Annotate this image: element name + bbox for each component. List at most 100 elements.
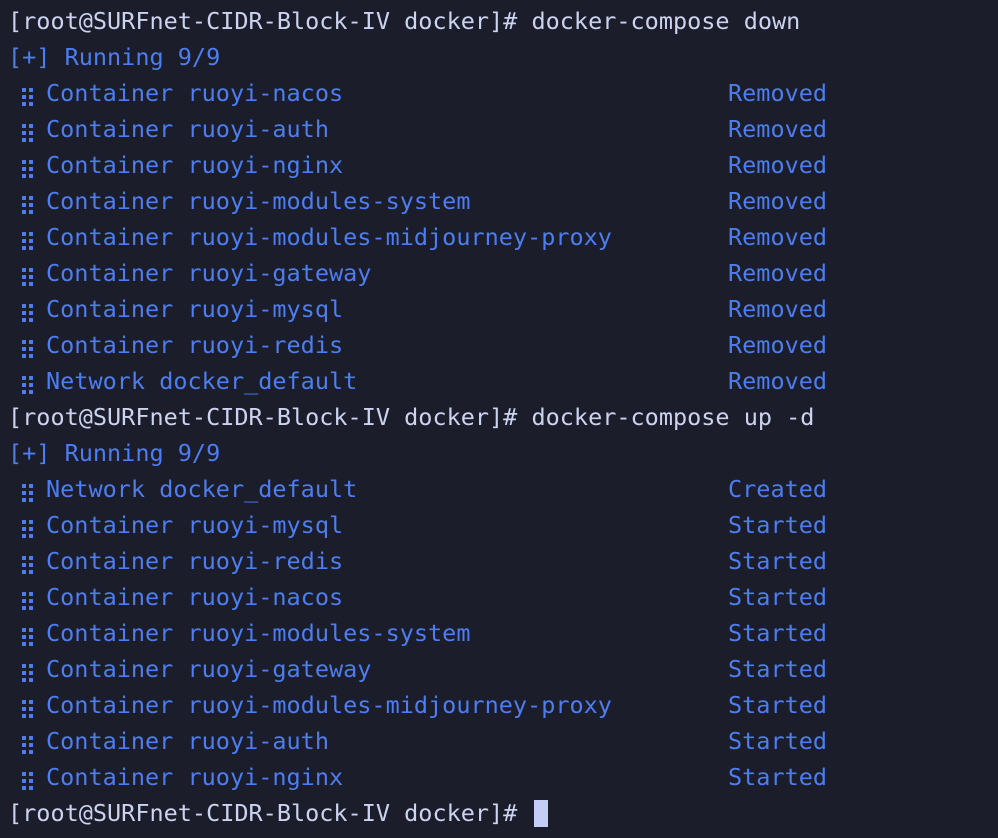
resource-spacer bbox=[145, 475, 159, 503]
resource-spacer bbox=[173, 331, 187, 359]
resource-name: ruoyi-redis bbox=[187, 547, 344, 575]
text-cursor bbox=[534, 800, 549, 827]
shell-prompt: [root@SURFnet-CIDR-Block-IV docker]# bbox=[8, 7, 532, 35]
shell-command: docker-compose down bbox=[531, 7, 801, 35]
terminal-prompt-line: [root@SURFnet-CIDR-Block-IV docker]# bbox=[8, 795, 998, 831]
drag-handle-dots-icon bbox=[22, 519, 36, 538]
resource-kind: Container bbox=[46, 655, 174, 683]
compose-resource-row: Container ruoyi-modules-midjourney-proxy… bbox=[8, 219, 998, 255]
resource-kind: Container bbox=[46, 259, 174, 287]
compose-resource-row: Container ruoyi-modules-midjourney-proxy… bbox=[8, 687, 998, 723]
terminal-prompt-line: [root@SURFnet-CIDR-Block-IV docker]# doc… bbox=[8, 399, 998, 435]
compose-running-header: [+] Running 9/9 bbox=[8, 39, 998, 75]
resource-kind: Container bbox=[46, 115, 174, 143]
resource-kind: Container bbox=[46, 619, 174, 647]
resource-kind: Container bbox=[46, 763, 174, 791]
compose-resource-row: Container ruoyi-nginx Started bbox=[8, 759, 998, 795]
resource-status: Started bbox=[728, 511, 828, 539]
drag-handle-dots-icon bbox=[22, 627, 36, 646]
terminal-window[interactable]: [root@SURFnet-CIDR-Block-IV docker]# doc… bbox=[0, 0, 998, 838]
resource-spacer bbox=[145, 367, 159, 395]
drag-handle-dots-icon bbox=[22, 663, 36, 682]
resource-name: ruoyi-modules-system bbox=[187, 619, 471, 647]
resource-status: Started bbox=[728, 583, 828, 611]
drag-handle-dots-icon bbox=[22, 303, 36, 322]
compose-resource-row: Container ruoyi-nacos Removed bbox=[8, 75, 998, 111]
resource-spacer bbox=[173, 223, 187, 251]
resource-name: ruoyi-modules-midjourney-proxy bbox=[187, 691, 612, 719]
resource-name: docker_default bbox=[159, 367, 358, 395]
drag-handle-dots-icon bbox=[22, 267, 36, 286]
resource-status: Removed bbox=[728, 115, 828, 143]
resource-name: ruoyi-gateway bbox=[187, 655, 372, 683]
running-status-text: [+] Running 9/9 bbox=[8, 439, 221, 467]
shell-prompt: [root@SURFnet-CIDR-Block-IV docker]# bbox=[8, 403, 532, 431]
shell-command: docker-compose up -d bbox=[531, 403, 815, 431]
resource-status: Removed bbox=[728, 223, 828, 251]
resource-spacer bbox=[173, 547, 187, 575]
drag-handle-dots-icon bbox=[22, 735, 36, 754]
resource-spacer bbox=[173, 295, 187, 323]
terminal-screen[interactable]: [root@SURFnet-CIDR-Block-IV docker]# doc… bbox=[8, 3, 998, 838]
drag-handle-dots-icon bbox=[22, 195, 36, 214]
resource-kind: Container bbox=[46, 547, 174, 575]
compose-resource-row: Network docker_default Removed bbox=[8, 363, 998, 399]
resource-status: Removed bbox=[728, 259, 828, 287]
resource-name: ruoyi-mysql bbox=[187, 295, 344, 323]
resource-kind: Network bbox=[46, 475, 146, 503]
resource-spacer bbox=[173, 187, 187, 215]
drag-handle-dots-icon bbox=[22, 87, 36, 106]
compose-resource-row: Container ruoyi-auth Removed bbox=[8, 111, 998, 147]
resource-kind: Container bbox=[46, 727, 174, 755]
resource-status: Removed bbox=[728, 331, 828, 359]
resource-spacer bbox=[173, 763, 187, 791]
resource-spacer bbox=[173, 259, 187, 287]
resource-kind: Container bbox=[46, 79, 174, 107]
resource-status: Started bbox=[728, 619, 828, 647]
resource-spacer bbox=[173, 691, 187, 719]
resource-spacer bbox=[173, 583, 187, 611]
resource-status: Started bbox=[728, 547, 828, 575]
resource-status: Created bbox=[728, 475, 828, 503]
resource-name: ruoyi-nacos bbox=[187, 79, 344, 107]
compose-resource-row: Container ruoyi-auth Started bbox=[8, 723, 998, 759]
compose-resource-row: Container ruoyi-nacos Started bbox=[8, 579, 998, 615]
resource-spacer bbox=[173, 619, 187, 647]
drag-handle-dots-icon bbox=[22, 339, 36, 358]
resource-name: ruoyi-auth bbox=[187, 727, 329, 755]
resource-kind: Container bbox=[46, 331, 174, 359]
resource-kind: Container bbox=[46, 511, 174, 539]
drag-handle-dots-icon bbox=[22, 699, 36, 718]
drag-handle-dots-icon bbox=[22, 771, 36, 790]
drag-handle-dots-icon bbox=[22, 159, 36, 178]
resource-status: Started bbox=[728, 691, 828, 719]
resource-kind: Container bbox=[46, 691, 174, 719]
compose-resource-row: Container ruoyi-mysql Removed bbox=[8, 291, 998, 327]
resource-kind: Container bbox=[46, 295, 174, 323]
drag-handle-dots-icon bbox=[22, 483, 36, 502]
resource-name: ruoyi-modules-midjourney-proxy bbox=[187, 223, 612, 251]
drag-handle-dots-icon bbox=[22, 123, 36, 142]
drag-handle-dots-icon bbox=[22, 231, 36, 250]
resource-status: Removed bbox=[728, 187, 828, 215]
resource-name: ruoyi-nacos bbox=[187, 583, 344, 611]
resource-name: ruoyi-mysql bbox=[187, 511, 344, 539]
resource-spacer bbox=[173, 511, 187, 539]
resource-name: ruoyi-auth bbox=[187, 115, 329, 143]
resource-status: Started bbox=[728, 655, 828, 683]
drag-handle-dots-icon bbox=[22, 591, 36, 610]
compose-resource-row: Container ruoyi-redis Started bbox=[8, 543, 998, 579]
compose-resource-row: Container ruoyi-modules-system Removed bbox=[8, 183, 998, 219]
resource-spacer bbox=[173, 727, 187, 755]
resource-name: ruoyi-nginx bbox=[187, 151, 344, 179]
terminal-prompt-line: [root@SURFnet-CIDR-Block-IV docker]# doc… bbox=[8, 3, 998, 39]
resource-spacer bbox=[173, 79, 187, 107]
resource-spacer bbox=[173, 151, 187, 179]
resource-status: Started bbox=[728, 763, 828, 791]
resource-name: ruoyi-gateway bbox=[187, 259, 372, 287]
resource-status: Removed bbox=[728, 295, 828, 323]
resource-kind: Container bbox=[46, 187, 174, 215]
resource-status: Removed bbox=[728, 79, 828, 107]
compose-resource-row: Container ruoyi-gateway Removed bbox=[8, 255, 998, 291]
compose-resource-row: Container ruoyi-gateway Started bbox=[8, 651, 998, 687]
